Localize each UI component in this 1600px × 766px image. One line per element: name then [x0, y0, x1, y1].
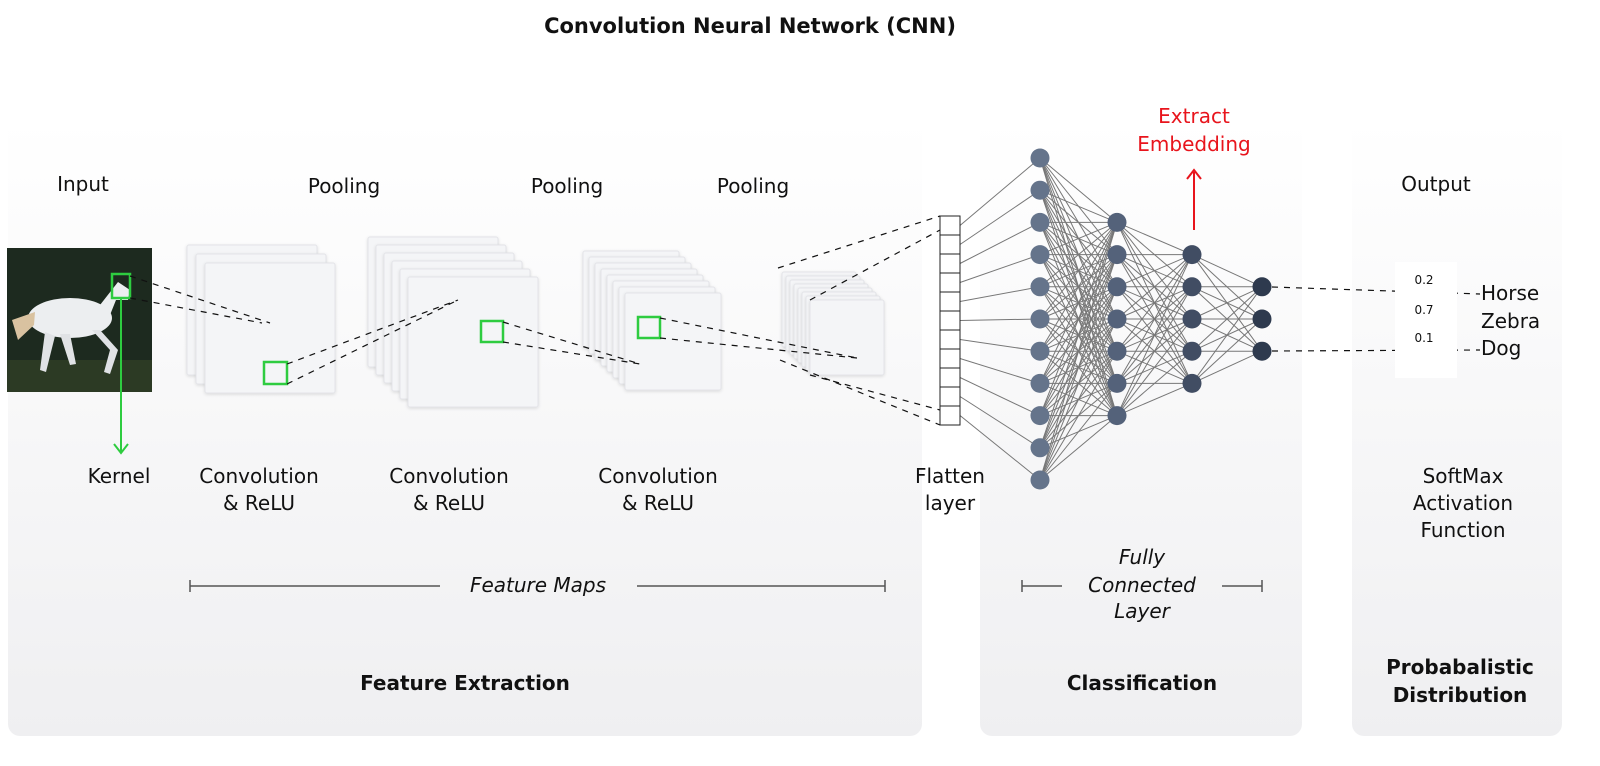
probability-horse: 0.2: [1414, 273, 1433, 287]
flatten-label-b: layer: [925, 491, 976, 515]
neuron-node: [1107, 341, 1127, 361]
flatten-cell: [939, 272, 961, 293]
output-label: Output: [1401, 172, 1471, 196]
neuron-node: [1182, 341, 1202, 361]
neuron-node: [1030, 341, 1050, 361]
neuron-node: [1252, 341, 1272, 361]
neuron-node: [1030, 180, 1050, 200]
neuron-node: [1030, 277, 1050, 297]
neuron-node: [1182, 309, 1202, 329]
flatten-cell: [939, 367, 961, 388]
pooling-label-1: Pooling: [308, 174, 380, 198]
probabilistic-panel: [1352, 120, 1562, 736]
feature-map-stack-2: [367, 236, 539, 408]
softmax-label-b: Activation: [1413, 491, 1513, 515]
flatten-cell: [939, 386, 961, 407]
conv-label-1a: Convolution: [199, 464, 319, 488]
neuron-node: [1030, 212, 1050, 232]
class-dog: Dog: [1481, 336, 1521, 360]
conv-label-3a: Convolution: [598, 464, 718, 488]
neuron-node: [1107, 309, 1127, 329]
probability-dog: 0.1: [1414, 331, 1433, 345]
feature-map-sheet: [407, 276, 539, 408]
neuron-node: [1182, 373, 1202, 393]
feature-map-sheet: [809, 299, 885, 376]
neuron-node: [1030, 245, 1050, 265]
neuron-node: [1182, 245, 1202, 265]
neuron-node: [1030, 406, 1050, 426]
fully-connected-label-b: Connected: [1088, 573, 1196, 597]
neuron-node: [1030, 309, 1050, 329]
class-horse: Horse: [1481, 281, 1539, 305]
neuron-node: [1030, 438, 1050, 458]
neuron-node: [1107, 245, 1127, 265]
neuron-node: [1030, 148, 1050, 168]
neuron-node: [1107, 406, 1127, 426]
flatten-cell: [939, 291, 961, 312]
flatten-cell: [939, 310, 961, 331]
kernel-label: Kernel: [88, 464, 151, 488]
section-probabilistic-a: Probabalistic: [1386, 655, 1534, 679]
neuron-node: [1107, 277, 1127, 297]
flatten-layer: [939, 215, 961, 426]
flatten-cell: [939, 348, 961, 369]
conv-label-2a: Convolution: [389, 464, 509, 488]
flatten-cell: [939, 234, 961, 255]
input-label: Input: [57, 172, 109, 196]
feature-extraction-panel: [8, 120, 922, 736]
extract-embedding-label-b: Embedding: [1137, 132, 1250, 156]
flatten-cell: [939, 405, 961, 426]
flatten-cell: [939, 329, 961, 350]
fully-connected-label-c: Layer: [1114, 599, 1172, 623]
neuron-node: [1107, 373, 1127, 393]
cnn-diagram: Convolution Neural Network (CNN) Input P…: [7, 14, 1562, 736]
class-zebra: Zebra: [1481, 309, 1540, 333]
neuron-node: [1030, 470, 1050, 490]
conv-label-2b: & ReLU: [413, 491, 485, 515]
diagram-title: Convolution Neural Network (CNN): [544, 14, 956, 38]
feature-map-sheet: [624, 292, 722, 391]
extract-embedding-label-a: Extract: [1158, 104, 1230, 128]
flatten-cell: [939, 215, 961, 236]
fully-connected-label-a: Fully: [1119, 545, 1166, 569]
classification-panel: [980, 120, 1302, 736]
pooling-label-3: Pooling: [717, 174, 789, 198]
section-probabilistic-b: Distribution: [1393, 683, 1528, 707]
feature-map-sheet: [204, 262, 336, 394]
feature-maps-label: Feature Maps: [470, 573, 606, 597]
neuron-node: [1182, 277, 1202, 297]
neuron-node: [1252, 277, 1272, 297]
conv-label-1b: & ReLU: [223, 491, 295, 515]
conv-label-3b: & ReLU: [622, 491, 694, 515]
neuron-node: [1252, 309, 1272, 329]
pooling-label-2: Pooling: [531, 174, 603, 198]
section-feature-extraction: Feature Extraction: [360, 671, 570, 695]
flatten-label-a: Flatten: [915, 464, 985, 488]
flatten-cell: [939, 253, 961, 274]
softmax-label-a: SoftMax: [1423, 464, 1504, 488]
neuron-node: [1107, 212, 1127, 232]
section-classification: Classification: [1067, 671, 1217, 695]
input-horse-image: [7, 248, 152, 392]
probability-zebra: 0.7: [1414, 303, 1433, 317]
neuron-node: [1030, 373, 1050, 393]
softmax-label-c: Function: [1420, 518, 1505, 542]
